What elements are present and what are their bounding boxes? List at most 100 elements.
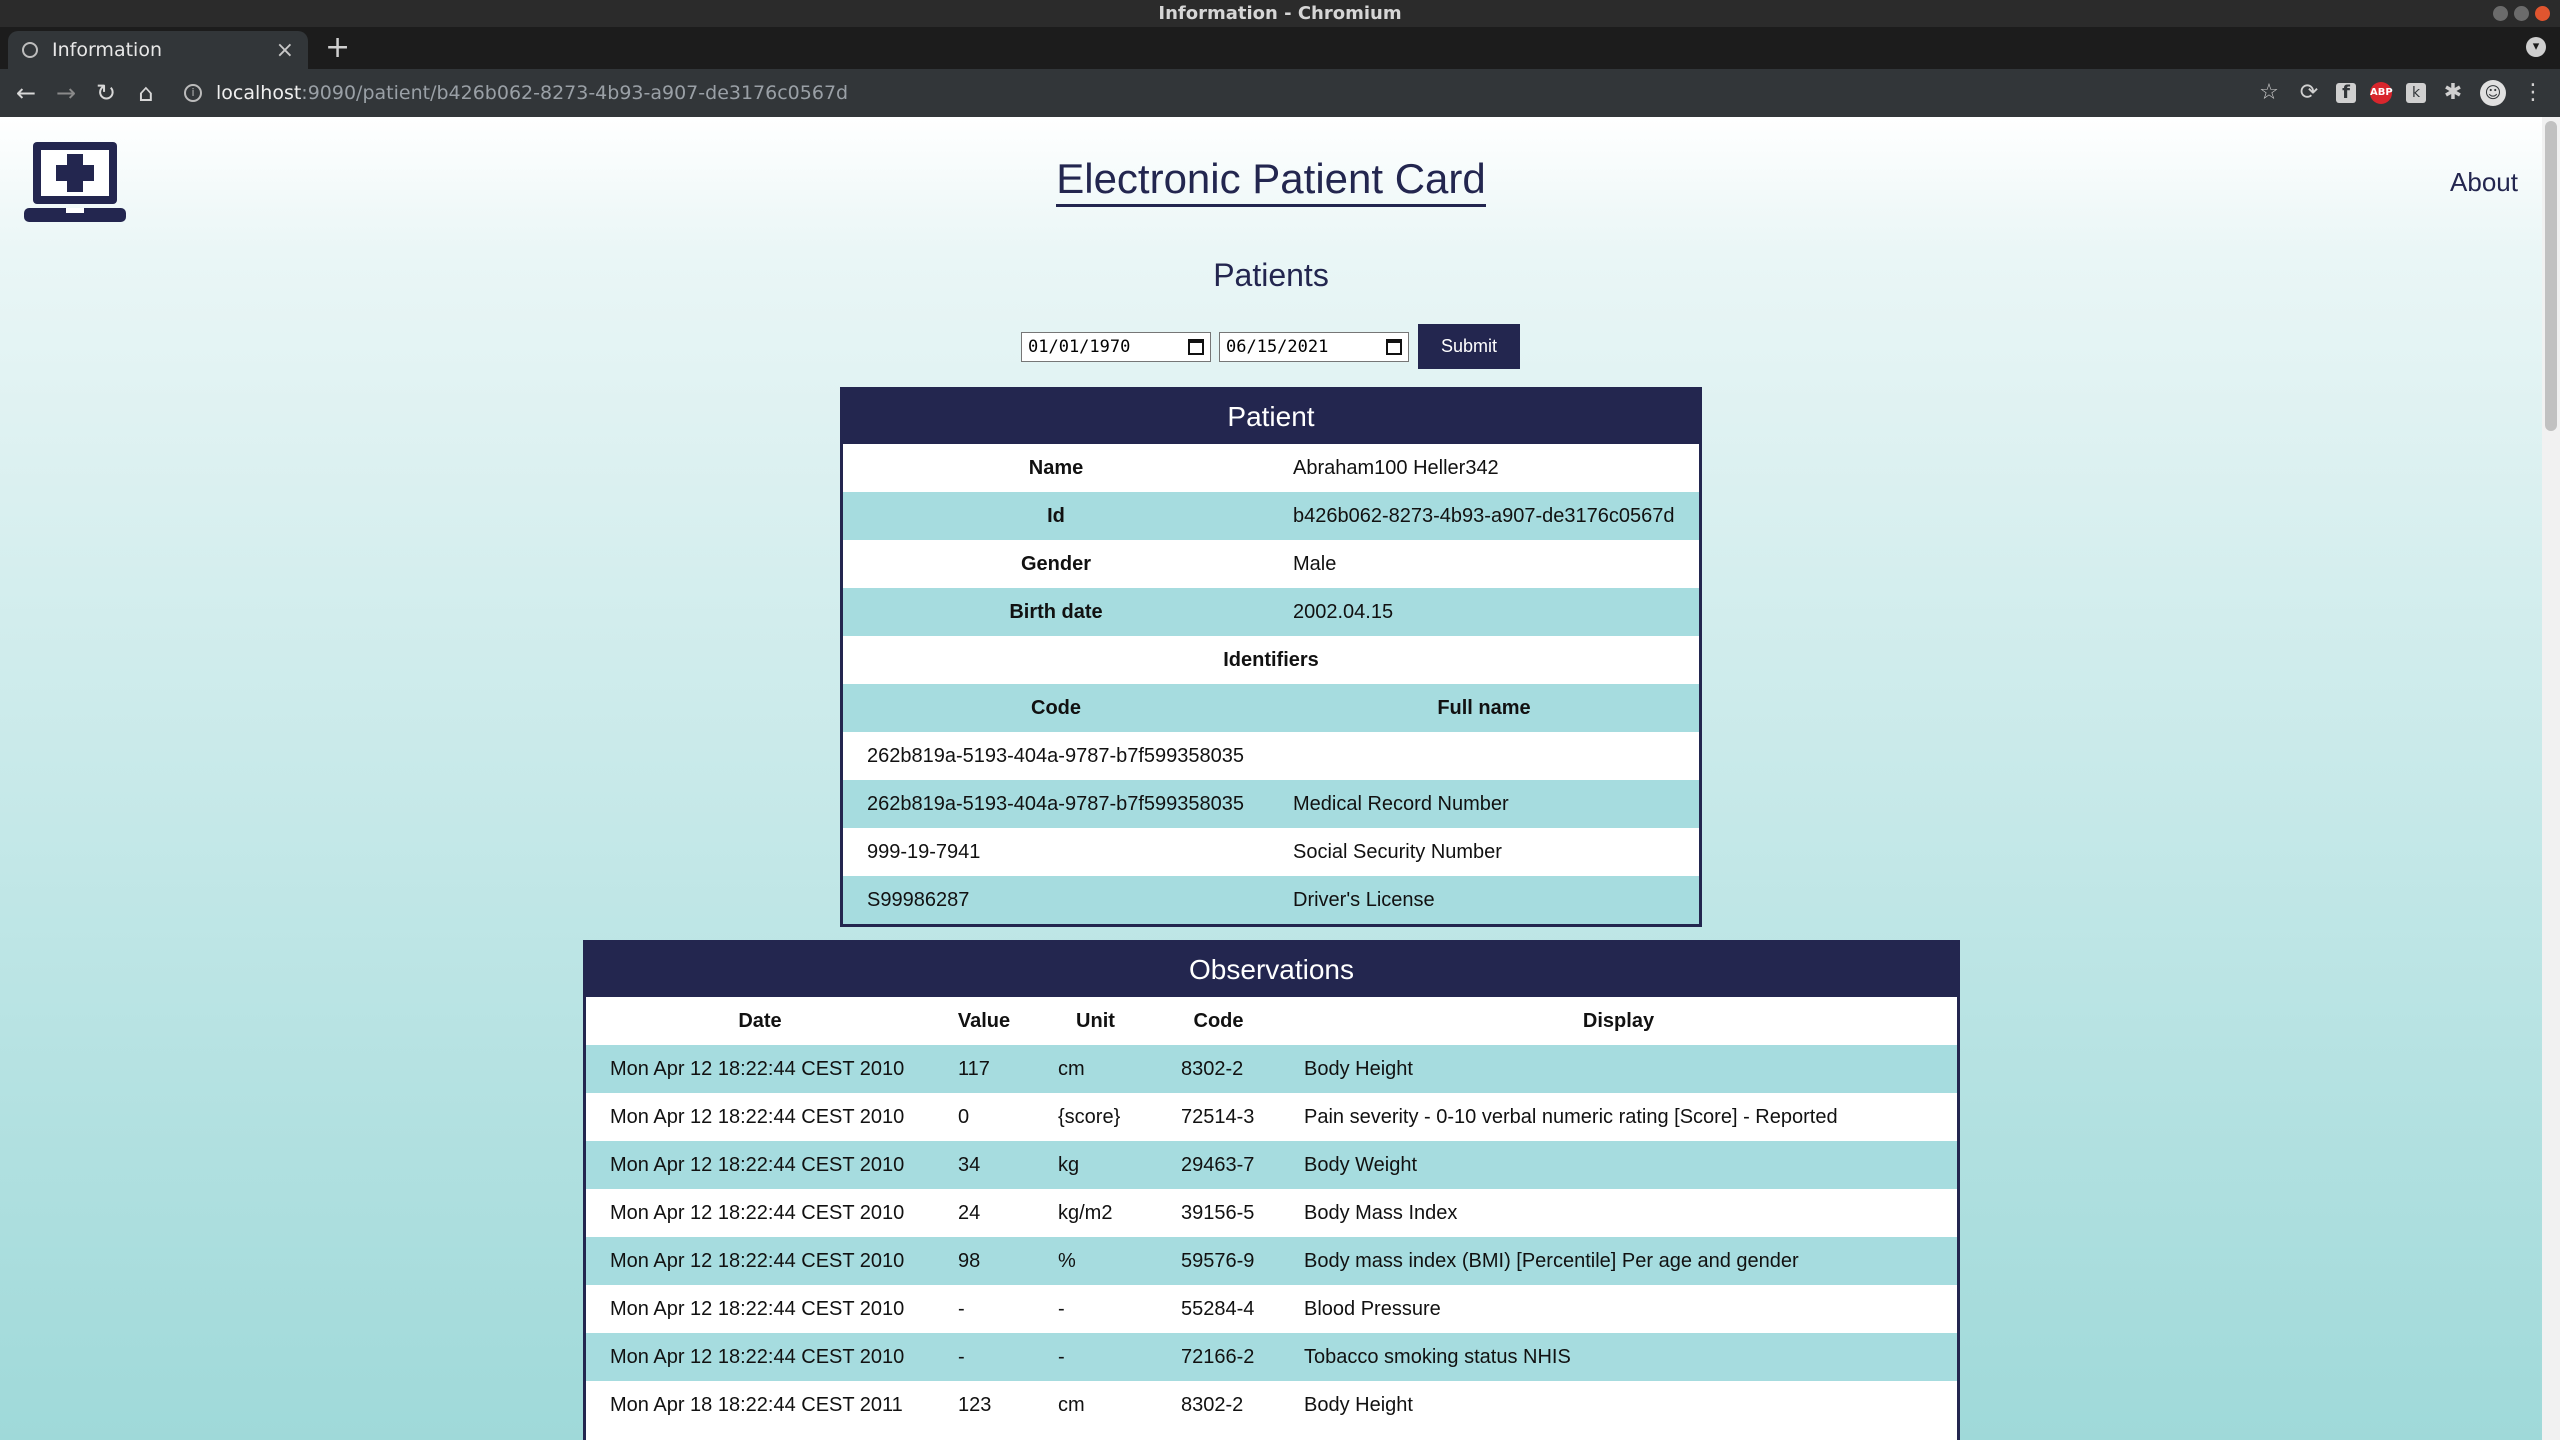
bookmark-star-icon[interactable]: ☆ [2256,80,2282,106]
name-value: Abraham100 Heller342 [1293,456,1499,479]
observation-unit: cm [1058,1057,1085,1080]
identifier-code: 999-19-7941 [867,840,981,863]
observation-date: Mon Apr 12 18:22:44 CEST 2010 [610,1249,905,1272]
globe-icon [22,42,38,58]
url-host: localhost [216,82,302,104]
to-date-input[interactable]: 06/15/2021 [1219,331,1409,362]
menu-kebab-icon[interactable]: ⋮ [2520,80,2546,106]
table-row: Name Abraham100 Heller342 [843,444,1699,492]
sync-extension-icon[interactable]: ⟳ [2296,80,2322,106]
observation-code: 72514-3 [1181,1105,1255,1128]
observation-code: 39156-5 [1181,1201,1255,1224]
site-title: Electronic Patient Card [0,155,2542,207]
observation-date: Mon Apr 12 18:22:44 CEST 2010 [610,1105,905,1128]
observation-display: Body mass index (BMI) [Percentile] Per a… [1304,1249,1799,1272]
observation-unit: {score} [1058,1105,1121,1128]
k-extension-icon[interactable]: k [2406,83,2426,103]
identifier-code: S99986287 [867,888,970,911]
observation-unit: - [1058,1297,1065,1320]
puzzle-extensions-icon[interactable]: ✱ [2440,80,2466,106]
address-bar[interactable]: i localhost:9090/patient/b426b062-8273-4… [184,75,2224,111]
observation-row: Mon Apr 12 18:22:44 CEST 2010 24 kg/m2 3915… [586,1189,1957,1237]
observation-display: Body Height [1304,1057,1413,1080]
observation-date: Mon Apr 12 18:22:44 CEST 2010 [610,1345,905,1368]
back-icon[interactable]: ← [6,73,46,113]
identifiers-heading: Identifiers [1223,648,1319,671]
tab-search-icon[interactable]: ▾ [2526,37,2546,57]
id-label: Id [1047,504,1065,527]
observation-unit: cm [1058,1393,1085,1416]
from-date-value: 01/01/1970 [1028,336,1131,357]
observation-value: 98 [958,1249,981,1272]
code-column-header: Code [1031,696,1081,719]
page-viewport: Electronic Patient Card About Patients 0… [0,117,2560,1440]
profile-avatar-icon[interactable]: ☺ [2480,80,2506,106]
table-row: Id b426b062-8273-4b93-a907-de3176c0567d [843,492,1699,540]
new-tab-button[interactable]: + [325,33,350,63]
tab-close-icon[interactable]: × [276,38,294,63]
identifier-name: Medical Record Number [1293,792,1509,815]
observation-unit: - [1058,1345,1065,1368]
observation-date: Mon Apr 12 18:22:44 CEST 2010 [610,1201,905,1224]
adblock-extension-icon[interactable]: ABP [2370,82,2393,104]
about-link[interactable]: About [2450,167,2518,198]
identifier-row: 262b819a-5193-404a-9787-b7f599358035 [843,732,1699,780]
identifier-name: Social Security Number [1293,840,1502,863]
observation-value: - [958,1345,965,1368]
unit-column-header: Unit [1076,1009,1115,1032]
site-title-link[interactable]: Electronic Patient Card [1056,155,1486,207]
facebook-extension-icon[interactable]: f [2336,83,2356,103]
observations-table: Date Value Unit Code Display Mon Apr 12 … [586,997,1957,1429]
site-info-icon[interactable]: i [184,84,202,102]
observation-date: Mon Apr 12 18:22:44 CEST 2010 [610,1153,905,1176]
observation-display: Blood Pressure [1304,1297,1441,1320]
observation-value: 117 [958,1057,990,1080]
from-date-input[interactable]: 01/01/1970 [1021,331,1211,362]
identifier-row: S99986287 Driver's License [843,876,1699,924]
window-controls [2493,6,2550,21]
observation-display: Pain severity - 0-10 verbal numeric rati… [1304,1105,1838,1128]
birth-date-value: 2002.04.15 [1293,600,1394,623]
page-heading: Patients [1213,257,1329,293]
tab-information[interactable]: Information × [8,31,308,69]
observation-code: 29463-7 [1181,1153,1255,1176]
observations-card-header: Observations [586,943,1957,997]
id-value: b426b062-8273-4b93-a907-de3176c0567d [1293,504,1675,527]
gender-label: Gender [1020,552,1092,575]
calendar-icon[interactable] [1188,338,1204,355]
page-scrollbar[interactable] [2542,117,2560,1440]
observation-value: 34 [958,1153,981,1176]
minimize-button[interactable] [2493,6,2508,21]
observation-code: 55284-4 [1181,1297,1255,1320]
observation-date: Mon Apr 12 18:22:44 CEST 2010 [610,1057,905,1080]
close-window-button[interactable] [2535,6,2550,21]
observation-code: 72166-2 [1181,1345,1255,1368]
identifier-code: 262b819a-5193-404a-9787-b7f599358035 [867,744,1245,767]
submit-button[interactable]: Submit [1418,324,1520,369]
tab-title: Information [52,39,162,61]
identifier-row: 999-19-7941 Social Security Number [843,828,1699,876]
date-column-header: Date [738,1009,782,1032]
forward-icon[interactable]: → [46,73,86,113]
observation-display: Body Weight [1304,1153,1418,1176]
patient-card-header: Patient [843,390,1699,444]
window-title: Information - Chromium [1158,3,1402,24]
observation-row: Mon Apr 12 18:22:44 CEST 2010 117 cm 8302-2… [586,1045,1957,1093]
observation-value: - [958,1297,965,1320]
patient-table: Name Abraham100 Heller342 Id b426b062-82… [843,444,1699,924]
table-header-row: Code Full name [843,684,1699,732]
reload-icon[interactable]: ↻ [86,73,126,113]
observation-row: Mon Apr 12 18:22:44 CEST 2010 98% 59576-9 B… [586,1237,1957,1285]
observation-value: 24 [958,1201,981,1224]
browser-toolbar: ← → ↻ ⌂ i localhost:9090/patient/b426b06… [0,69,2560,117]
calendar-icon[interactable] [1386,338,1402,355]
scrollbar-thumb[interactable] [2545,121,2557,431]
extensions-area: ☆ ⟳ f ABP k ✱ ☺ ⋮ [2256,80,2546,106]
maximize-button[interactable] [2514,6,2529,21]
home-icon[interactable]: ⌂ [126,73,166,113]
birth-date-label: Birth date [1009,600,1103,623]
observations-card: Observations Date Value Unit Code Displa… [583,940,1960,1440]
gender-value: Male [1293,552,1337,575]
table-header-row: Date Value Unit Code Display [586,997,1957,1045]
observation-unit: % [1058,1249,1076,1272]
